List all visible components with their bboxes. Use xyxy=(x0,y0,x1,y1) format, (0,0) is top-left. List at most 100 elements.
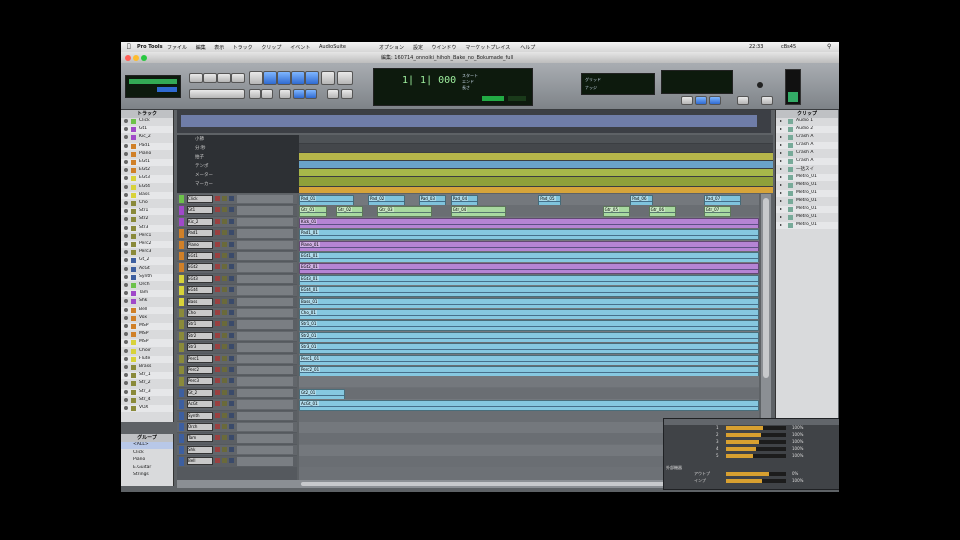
audio-clip[interactable]: Gt2_01 xyxy=(299,388,345,400)
trim-tool-icon[interactable] xyxy=(263,71,277,85)
track-list-item[interactable]: Bass xyxy=(121,191,173,200)
group-item[interactable]: Click xyxy=(121,450,173,457)
track-row[interactable]: Str2_01 xyxy=(299,330,759,343)
solo-button[interactable] xyxy=(222,344,227,350)
mute-button[interactable] xyxy=(229,355,234,361)
record-arm-button[interactable] xyxy=(215,298,220,304)
track-name[interactable]: Pad1 xyxy=(187,229,213,238)
mute-button[interactable] xyxy=(229,378,234,384)
ruler-label[interactable]: 小節 xyxy=(195,136,204,142)
track-row[interactable]: Cho_01 xyxy=(299,308,759,320)
track-list-item[interactable]: Perc1 xyxy=(121,233,173,240)
playlist-selector[interactable] xyxy=(237,354,293,363)
track-row[interactable]: Pad1_01 xyxy=(299,228,759,241)
playlist-selector[interactable] xyxy=(237,366,293,375)
tool-option-2[interactable] xyxy=(261,89,273,99)
solo-button[interactable] xyxy=(222,253,227,258)
audio-clip[interactable]: Gtr_01 xyxy=(299,206,327,218)
mute-button[interactable] xyxy=(229,332,234,338)
clip-list-item[interactable]: ▸ Metro_01 xyxy=(776,174,838,182)
solo-button[interactable] xyxy=(222,446,227,452)
track-header[interactable]: Synth xyxy=(177,410,297,421)
disclosure-triangle-icon[interactable]: ▸ xyxy=(780,222,782,227)
track-header[interactable]: Perc3 xyxy=(177,376,297,387)
track-list-item[interactable]: Choir xyxy=(121,348,173,355)
edit-modes-display[interactable] xyxy=(125,75,181,98)
playlist-selector[interactable] xyxy=(237,309,293,318)
zoom-button[interactable] xyxy=(141,55,147,61)
playlist-selector[interactable] xyxy=(237,411,293,420)
track-list-item[interactable]: Tam xyxy=(121,290,173,298)
eye-icon[interactable] xyxy=(124,143,128,148)
record-arm-button[interactable] xyxy=(215,332,220,338)
eye-icon[interactable] xyxy=(124,348,128,353)
playlist-selector[interactable] xyxy=(237,320,293,329)
playlist-selector[interactable] xyxy=(237,400,293,409)
mute-button[interactable] xyxy=(229,264,234,270)
track-row[interactable]: Str3_01 xyxy=(299,342,759,355)
track-list-item[interactable]: AcGt xyxy=(121,266,173,273)
track-name[interactable]: Synth xyxy=(187,411,213,420)
playlist-selector[interactable] xyxy=(237,263,293,272)
min-sec-ruler[interactable] xyxy=(299,144,773,152)
track-row[interactable] xyxy=(299,376,759,388)
mute-button[interactable] xyxy=(229,310,234,315)
mute-button[interactable] xyxy=(229,241,234,247)
track-header[interactable]: Orch xyxy=(177,422,297,433)
solo-button[interactable] xyxy=(222,230,227,236)
track-name[interactable]: EGt2 xyxy=(187,263,213,272)
eye-icon[interactable] xyxy=(124,184,128,189)
mute-button[interactable] xyxy=(229,344,234,350)
mute-button[interactable] xyxy=(229,275,234,281)
track-name[interactable]: Gt_2 xyxy=(187,388,213,397)
audio-clip[interactable]: Pad1_01 xyxy=(299,229,759,241)
eye-icon[interactable] xyxy=(124,307,128,312)
disclosure-triangle-icon[interactable]: ▸ xyxy=(780,182,782,187)
track-header[interactable]: Piano xyxy=(177,239,297,250)
track-list-item[interactable]: Str3 xyxy=(121,224,173,232)
io-level-meter[interactable] xyxy=(726,433,786,437)
ruler-label[interactable]: メーター xyxy=(195,172,213,178)
disclosure-triangle-icon[interactable]: ▸ xyxy=(780,214,782,219)
audio-clip[interactable]: Gtr_02 xyxy=(335,206,364,218)
menu-item-7[interactable]: オプション xyxy=(379,44,404,51)
eye-icon[interactable] xyxy=(124,209,128,214)
audio-clip[interactable]: Str2_01 xyxy=(299,331,759,343)
track-row[interactable]: Gtr_01 Gtr_02 Gtr_03 Gtr_04 Gtr_05 Gtr_06 Gtr_… xyxy=(299,205,759,218)
selector-tool-icon[interactable] xyxy=(277,71,291,85)
record-arm-button[interactable] xyxy=(215,435,220,441)
mute-button[interactable] xyxy=(229,321,234,327)
solo-button[interactable] xyxy=(222,401,227,407)
track-list-item[interactable]: MSP xyxy=(121,323,173,331)
pencil-tool-icon[interactable] xyxy=(321,71,335,85)
ruler-label[interactable]: 拍子 xyxy=(195,154,204,160)
footer-level-meter[interactable] xyxy=(726,479,786,483)
playlist-selector[interactable] xyxy=(237,229,293,238)
playlist-selector[interactable] xyxy=(237,423,293,432)
chord-ruler[interactable] xyxy=(299,177,773,186)
eye-icon[interactable] xyxy=(124,332,128,337)
eye-icon[interactable] xyxy=(124,151,128,156)
disclosure-triangle-icon[interactable]: ▸ xyxy=(780,134,782,139)
playlist-selector[interactable] xyxy=(237,388,293,398)
mute-button[interactable] xyxy=(229,253,234,258)
solo-button[interactable] xyxy=(222,287,227,293)
solo-button[interactable] xyxy=(222,332,227,338)
io-level-meter[interactable] xyxy=(726,447,786,451)
mute-button[interactable] xyxy=(229,424,234,429)
playlist-selector[interactable] xyxy=(237,457,293,466)
track-header[interactable]: Cho xyxy=(177,308,297,319)
track-list-item[interactable]: Bell xyxy=(121,306,173,314)
track-header[interactable]: Perc2 xyxy=(177,365,297,376)
audio-clip[interactable]: EGt4_01 xyxy=(299,286,759,298)
tool-option-1[interactable] xyxy=(249,89,261,99)
mirrored-midi-button[interactable] xyxy=(761,96,773,105)
track-name[interactable]: Perc2 xyxy=(187,366,213,374)
clip-list-item[interactable]: ▸ Crash A xyxy=(776,142,838,150)
slip-button[interactable] xyxy=(217,73,231,83)
track-name[interactable]: AcGt xyxy=(187,400,213,409)
eye-icon[interactable] xyxy=(124,168,128,173)
track-list-item[interactable]: Brass xyxy=(121,364,173,371)
tool-option-6[interactable] xyxy=(327,89,339,99)
clip-list-item[interactable]: ▸ Metro_01 xyxy=(776,214,838,221)
